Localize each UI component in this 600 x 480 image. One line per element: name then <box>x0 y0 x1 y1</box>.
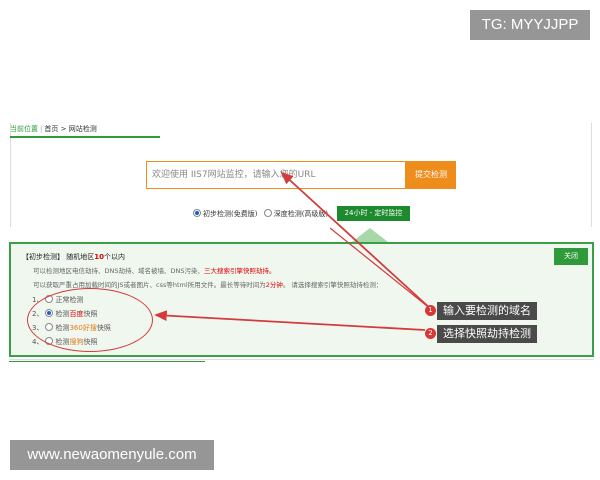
arrow-to-url-input <box>280 171 433 311</box>
bottom-divider <box>9 359 594 368</box>
callout-badge-1: 1 <box>425 305 436 316</box>
watermark-bottom: www.newaomenyule.com <box>10 440 214 470</box>
callout-badge-2: 2 <box>425 328 436 339</box>
bottom-green-line <box>9 361 205 365</box>
callout-enter-domain: 输入要检测的域名 <box>437 302 537 320</box>
arrow-line-secondary <box>329 227 433 311</box>
annotation-arrows <box>154 171 433 331</box>
callout-select-snapshot: 选择快照劫持检测 <box>437 325 537 343</box>
arrow-to-snapshot-options <box>154 310 426 331</box>
